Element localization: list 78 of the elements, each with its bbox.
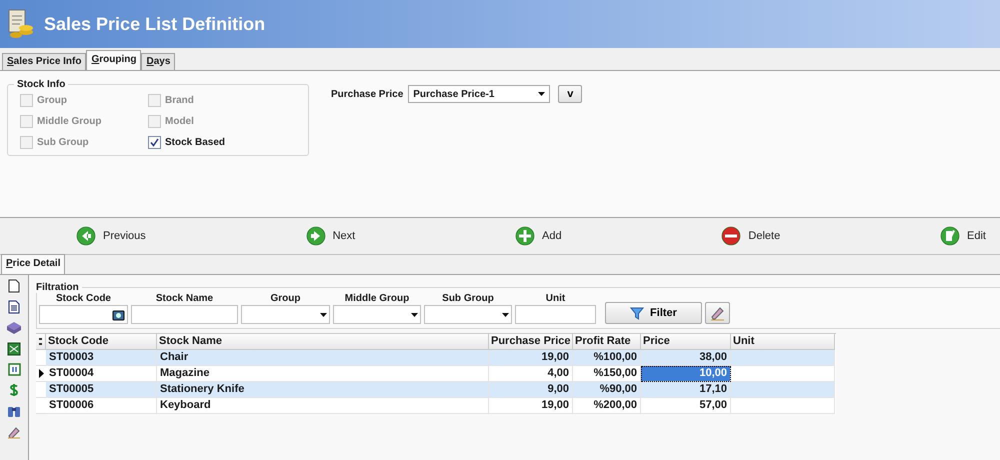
table-cell: 4,00 [489, 366, 573, 382]
funnel-icon [630, 306, 644, 320]
group-title: Stock Info [16, 79, 66, 90]
books-icon[interactable] [6, 321, 22, 335]
field-label: Unit [544, 293, 566, 304]
checkmark-icon [150, 138, 159, 147]
table-cell: 19,00 [489, 350, 573, 366]
table-cell: Keyboard [157, 398, 489, 414]
dropdown-field[interactable] [424, 305, 512, 324]
purchase-price-dropdown[interactable]: Purchase Price-1 [408, 85, 550, 103]
binoculars-icon[interactable] [7, 404, 21, 418]
table-cell: %200,00 [573, 398, 641, 414]
tab[interactable]: Price Detail [1, 254, 66, 274]
table-cell: ST00005 [46, 382, 157, 398]
tab[interactable]: Grouping [86, 50, 142, 70]
spreadsheet-icon[interactable] [7, 342, 21, 356]
field-label: Group [270, 293, 302, 304]
field-label: Purchase Price [331, 88, 404, 100]
pause-icon[interactable] [8, 363, 20, 376]
toolbar-button[interactable]: Next [306, 226, 356, 246]
table-cell: 57,00 [641, 398, 731, 414]
pencil-icon [940, 226, 960, 246]
camera-icon[interactable] [112, 308, 125, 320]
toolbar-button[interactable]: Previous [76, 226, 146, 246]
toolbar-button[interactable]: Delete [721, 226, 780, 246]
caret-icon [502, 312, 509, 316]
table-cell: 17,10 [641, 382, 731, 398]
dropdown-field[interactable] [241, 305, 330, 324]
stock-code-field[interactable] [39, 305, 128, 324]
dropdown-field[interactable] [333, 305, 421, 324]
row-pointer-icon [38, 369, 44, 378]
dollar-icon[interactable] [9, 383, 19, 397]
table-cell: %150,00 [573, 366, 641, 382]
minus-icon [721, 226, 742, 246]
column-header[interactable]: Stock Name [157, 334, 489, 350]
toolbar-button[interactable]: Add [515, 226, 562, 246]
text-field[interactable] [515, 305, 596, 324]
clear-button[interactable] [705, 302, 730, 324]
table-cell: ST00006 [46, 398, 157, 414]
column-header[interactable]: Price [641, 334, 731, 350]
column-header[interactable]: Profit Rate [573, 334, 641, 350]
table-cell: %100,00 [573, 350, 641, 366]
table-cell: ST00003 [46, 350, 157, 366]
filter-button[interactable]: Filter [605, 302, 702, 324]
table-cell: Magazine [157, 366, 489, 382]
field-label: Middle Group [344, 293, 410, 304]
caret-icon [538, 92, 546, 96]
document-lines-icon[interactable] [8, 300, 20, 314]
options-button[interactable]: v [558, 85, 582, 103]
table-cell: Stationery Knife [157, 382, 489, 398]
checkbox-option[interactable]: Stock Based [148, 136, 288, 149]
tab[interactable]: Days [141, 53, 176, 70]
text-field[interactable] [131, 305, 238, 324]
grip-icon [39, 338, 42, 345]
table-cell: Chair [157, 350, 489, 366]
group-title: Filtration [35, 282, 80, 293]
column-header[interactable]: Unit [731, 334, 835, 350]
table-cell: 38,00 [641, 350, 731, 366]
caret-icon [320, 312, 327, 316]
field-label: Stock Code [54, 293, 112, 304]
field-label: Sub Group [441, 293, 495, 304]
column-header[interactable]: Purchase Price [489, 334, 573, 350]
eraser-icon[interactable] [7, 425, 21, 439]
toolbar-button[interactable]: Edit [940, 226, 986, 246]
caret-icon [411, 312, 418, 316]
table-cell: 9,00 [489, 382, 573, 398]
table-cell: 19,00 [489, 398, 573, 414]
tab[interactable]: Sales Price Info [2, 53, 86, 70]
field-label: Stock Name [154, 293, 214, 304]
eraser-icon [710, 306, 725, 320]
table-cell: 10,00 [641, 366, 731, 382]
document-icon[interactable] [8, 279, 20, 293]
window-title: Sales Price List Definition [44, 14, 266, 34]
plus-icon [515, 226, 536, 246]
column-header[interactable]: Stock Code [46, 334, 157, 350]
table-cell: ST00004 [46, 366, 157, 382]
table-cell: %90,00 [573, 382, 641, 398]
coins-document-icon [6, 8, 36, 40]
